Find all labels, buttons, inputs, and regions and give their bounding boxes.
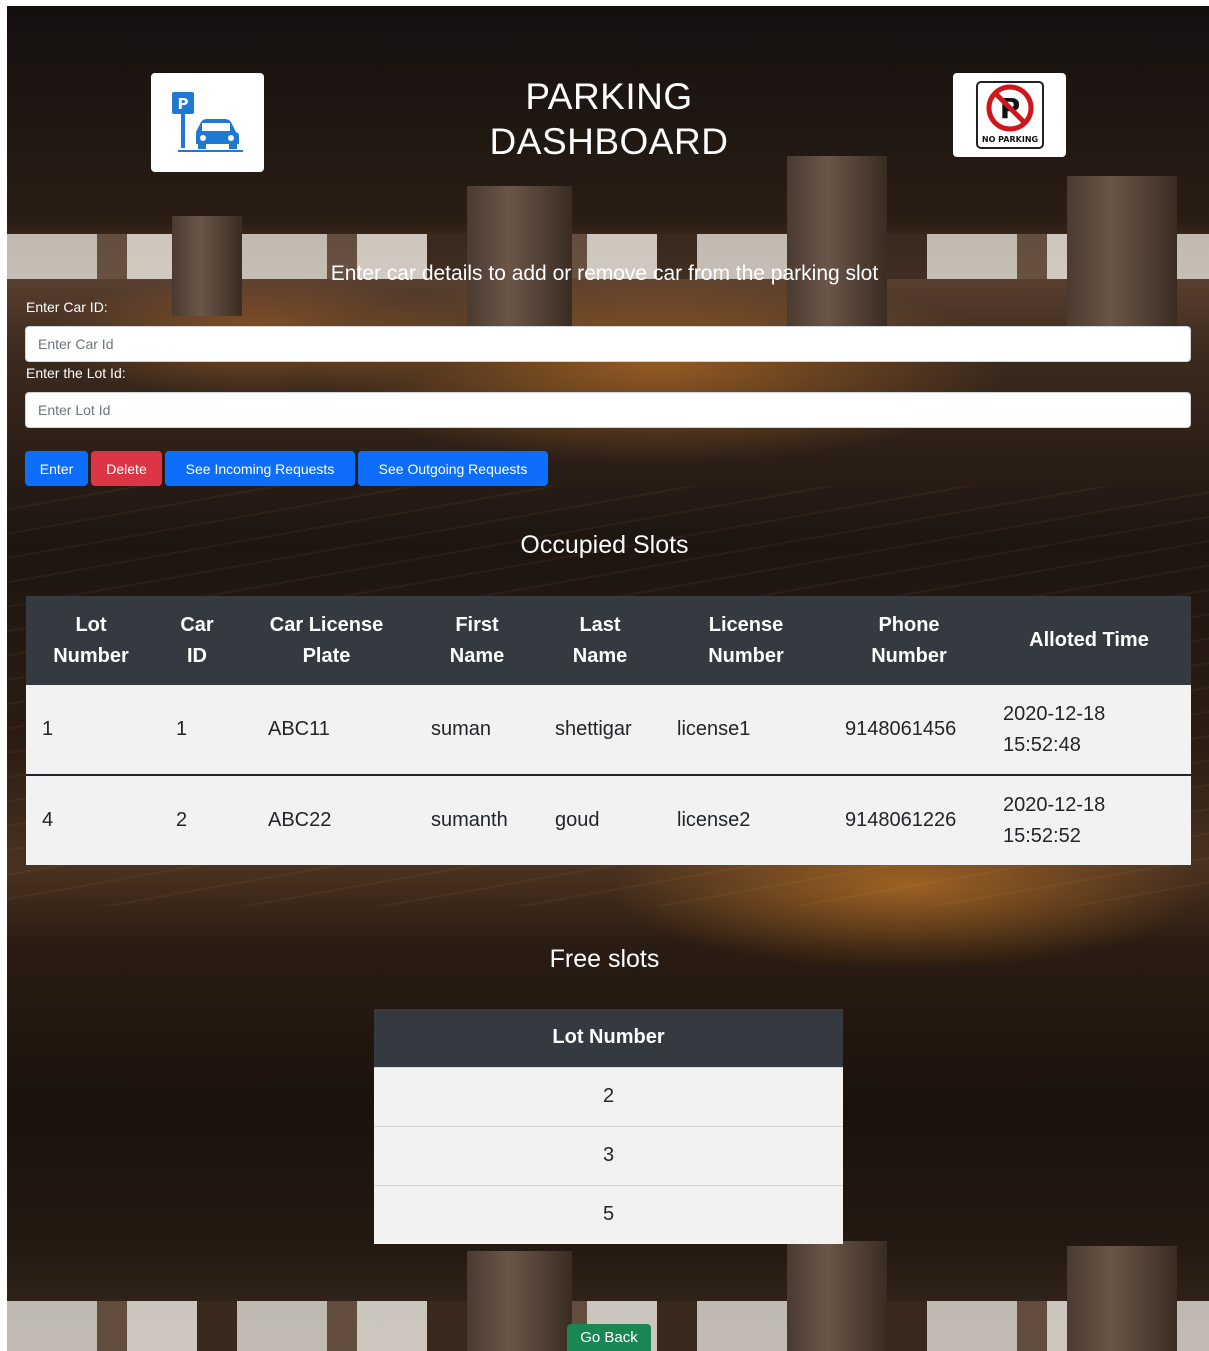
cell-license-number: license1 (661, 685, 831, 775)
cell-lot-number: 1 (26, 685, 156, 775)
table-row: 5 (374, 1184, 843, 1244)
cell-license-number: license2 (661, 774, 831, 865)
lot-id-label: Enter the Lot Id: (26, 365, 126, 381)
cell-first-name: suman (415, 685, 539, 775)
svg-text:NO PARKING: NO PARKING (981, 135, 1037, 144)
table-row: 4 2 ABC22 sumanth goud license2 91480612… (26, 774, 1191, 865)
occupied-slots-table: Lot Number Car ID Car License Plate First Na… (26, 596, 1191, 865)
form-instructions: Enter car details to add or remove car f… (330, 262, 879, 285)
header-free-lot-number: Lot Number (374, 1009, 843, 1067)
enter-button[interactable]: Enter (25, 451, 88, 486)
cell-license-plate: ABC11 (238, 685, 415, 775)
cell-lot-number: 4 (26, 774, 156, 865)
cell-free-lot: 3 (374, 1125, 843, 1185)
car-id-label: Enter Car ID: (26, 299, 108, 315)
parking-sign-car-icon: P (171, 91, 243, 152)
cell-phone-number: 9148061456 (831, 685, 987, 775)
cell-license-plate: ABC22 (238, 774, 415, 865)
free-slots-title: Free slots (549, 945, 660, 973)
cell-first-name: sumanth (415, 774, 539, 865)
cell-last-name: goud (539, 774, 661, 865)
header-car-id: Car ID (156, 596, 238, 685)
header-phone-number: Phone Number (831, 596, 987, 685)
header-lot-number: Lot Number (26, 596, 156, 685)
cell-free-lot: 2 (374, 1066, 843, 1126)
table-row: 1 1 ABC11 suman shettigar license1 91480… (26, 685, 1191, 775)
svg-text:P: P (177, 95, 188, 113)
free-slots-table: Lot Number 2 3 5 (374, 1009, 843, 1244)
occupied-slots-title: Occupied Slots (520, 531, 689, 559)
see-outgoing-requests-button[interactable]: See Outgoing Requests (358, 451, 548, 486)
cell-last-name: shettigar (539, 685, 661, 775)
car-id-input[interactable] (25, 326, 1191, 362)
page-title-line2: DASHBOARD (489, 121, 729, 162)
cell-car-id: 2 (156, 774, 238, 865)
header-alloted-time: Alloted Time (987, 596, 1191, 685)
page-title: PARKING DASHBOARD (404, 74, 814, 164)
go-back-button[interactable]: Go Back (567, 1324, 651, 1351)
cell-alloted-time: 2020-12-18 15:52:52 (987, 774, 1191, 865)
see-incoming-requests-button[interactable]: See Incoming Requests (165, 451, 355, 486)
table-row: 3 (374, 1125, 843, 1185)
occupied-table-header-row: Lot Number Car ID Car License Plate First Na… (26, 596, 1191, 685)
cell-car-id: 1 (156, 685, 238, 775)
page-title-line1: PARKING (525, 76, 693, 117)
table-row: 2 (374, 1066, 843, 1126)
no-parking-logo: P NO PARKING (953, 73, 1066, 157)
free-table-header-row: Lot Number (374, 1009, 843, 1067)
parking-logo: P (151, 73, 264, 172)
lot-id-input[interactable] (25, 392, 1191, 428)
cell-alloted-time: 2020-12-18 15:52:48 (987, 685, 1191, 775)
header-first-name: First Name (415, 596, 539, 685)
header-license-number: License Number (661, 596, 831, 685)
cell-free-lot: 5 (374, 1184, 843, 1244)
header-last-name: Last Name (539, 596, 661, 685)
header-car-license-plate: Car License Plate (238, 596, 415, 685)
cell-phone-number: 9148061226 (831, 774, 987, 865)
delete-button[interactable]: Delete (91, 451, 162, 486)
no-parking-sign-icon: P NO PARKING (975, 81, 1044, 149)
